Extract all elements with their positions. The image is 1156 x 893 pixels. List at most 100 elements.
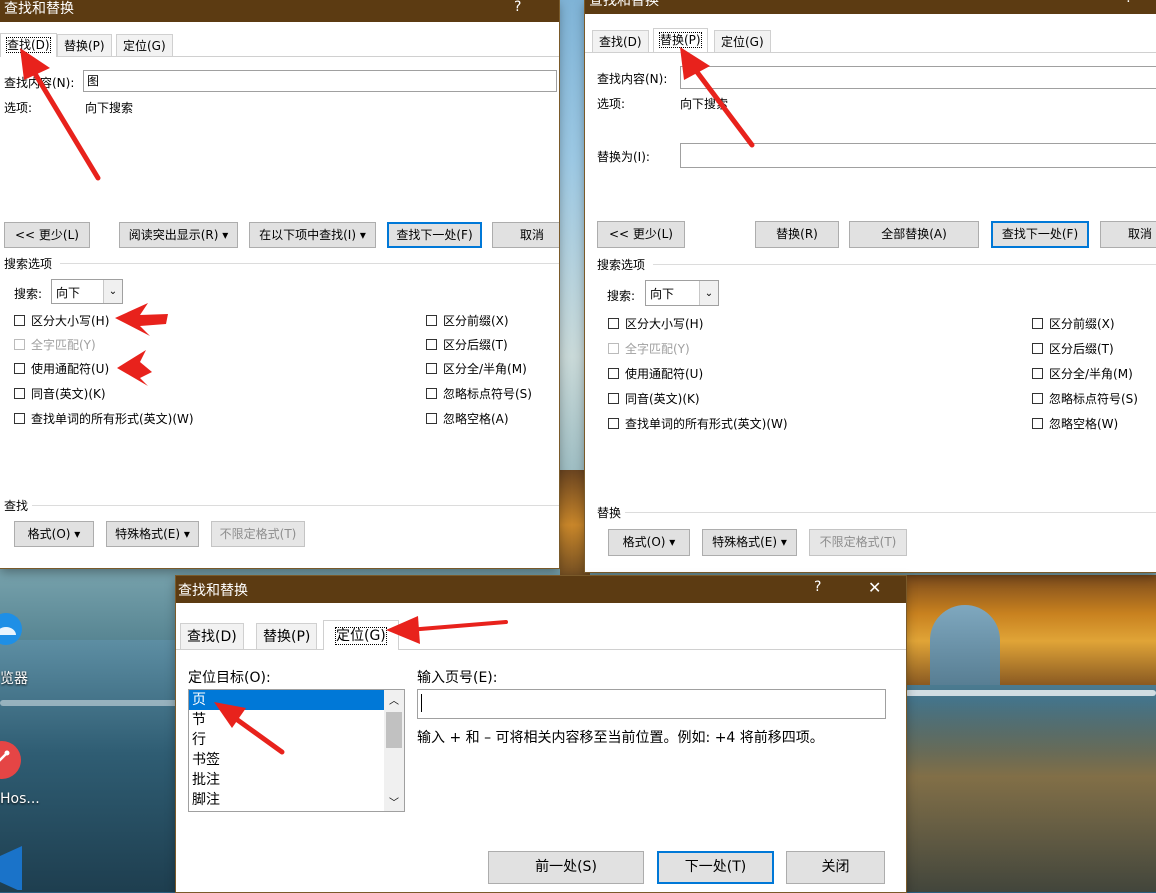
tab-replace[interactable]: 替换(P) bbox=[57, 34, 112, 56]
word-forms-checkbox[interactable]: 查找单词的所有形式(英文)(W) bbox=[14, 410, 194, 427]
find-in-button[interactable]: 在以下项中查找(I) ▾ bbox=[249, 222, 376, 248]
find-next-button[interactable]: 查找下一处(F) bbox=[991, 221, 1089, 248]
find-replace-dialog-find: 查找和替换 ? 查找(D) 替换(P) 定位(G) 查找内容(N): 图 选项:… bbox=[0, 0, 559, 568]
text-cursor bbox=[421, 694, 422, 712]
search-direction-select[interactable]: 向下 ⌄ bbox=[51, 279, 123, 304]
scrollbar[interactable]: ︿ ﹀ bbox=[384, 690, 404, 811]
help-button[interactable]: ? bbox=[814, 579, 821, 595]
cancel-button[interactable]: 取消 bbox=[1100, 221, 1156, 248]
sounds-like-checkbox[interactable]: 同音(英文)(K) bbox=[608, 390, 700, 407]
tab-goto[interactable]: 定位(G) bbox=[323, 620, 399, 650]
find-replace-dialog-replace: 查找和替换 ? 查找(D) 替换(P) 定位(G) 查找内容(N): 选项: 向… bbox=[585, 0, 1156, 572]
close-button[interactable]: 关闭 bbox=[786, 851, 885, 884]
divider bbox=[625, 512, 1156, 513]
ignore-space-checkbox[interactable]: 忽略空格(A) bbox=[426, 410, 509, 427]
page-number-input[interactable] bbox=[417, 689, 886, 719]
list-item[interactable]: 节 bbox=[189, 710, 404, 730]
title-bar: 查找和替换 ? ✕ bbox=[176, 576, 906, 603]
search-options-title: 搜索选项 bbox=[597, 258, 646, 272]
find-replace-dialog-goto: 查找和替换 ? ✕ 查找(D) 替换(P) 定位(G) 定位目标(O): 页 节… bbox=[176, 576, 906, 892]
whole-word-checkbox[interactable]: 全字匹配(Y) bbox=[14, 336, 96, 353]
divider bbox=[32, 505, 559, 506]
page-number-label: 输入页号(E): bbox=[417, 670, 498, 686]
find-what-label: 查找内容(N): bbox=[597, 72, 668, 86]
word-forms-checkbox[interactable]: 查找单词的所有形式(英文)(W) bbox=[608, 415, 788, 432]
tab-find[interactable]: 查找(D) bbox=[592, 30, 649, 52]
tab-goto[interactable]: 定位(G) bbox=[714, 30, 771, 52]
less-button[interactable]: << 更少(L) bbox=[4, 222, 90, 248]
ignore-space-checkbox[interactable]: 忽略空格(W) bbox=[1032, 415, 1118, 432]
vscode-desktop-icon[interactable] bbox=[0, 846, 36, 892]
help-button[interactable]: ? bbox=[514, 0, 521, 15]
sounds-like-checkbox[interactable]: 同音(英文)(K) bbox=[14, 385, 106, 402]
no-formatting-button[interactable]: 不限定格式(T) bbox=[211, 521, 305, 547]
special-button[interactable]: 特殊格式(E) ▾ bbox=[106, 521, 199, 547]
previous-button[interactable]: 前一处(S) bbox=[488, 851, 644, 884]
dialog-title: 查找和替换 bbox=[178, 583, 248, 599]
scrollbar-thumb[interactable] bbox=[386, 712, 402, 748]
less-button[interactable]: << 更少(L) bbox=[597, 221, 685, 248]
chevron-down-icon: ⌄ bbox=[103, 280, 122, 303]
goto-target-list[interactable]: 页 节 行 书签 批注 脚注 ︿ ﹀ bbox=[188, 689, 405, 812]
chevron-down-icon[interactable]: ﹀ bbox=[384, 794, 404, 809]
ignore-punctuation-checkbox[interactable]: 忽略标点符号(S) bbox=[1032, 390, 1138, 407]
search-direction-label: 搜索: bbox=[14, 287, 43, 301]
close-icon[interactable]: ✕ bbox=[868, 578, 881, 597]
format-button[interactable]: 格式(O) ▾ bbox=[608, 529, 690, 556]
search-options-title: 搜索选项 bbox=[4, 257, 53, 271]
ignore-punctuation-checkbox[interactable]: 忽略标点符号(S) bbox=[426, 385, 532, 402]
tab-find[interactable]: 查找(D) bbox=[180, 623, 244, 649]
match-suffix-checkbox[interactable]: 区分后缀(T) bbox=[1032, 340, 1114, 357]
goto-hint: 输入 + 和 – 可将相关内容移至当前位置。例如: +4 将前移四项。 bbox=[417, 730, 824, 746]
search-direction-select[interactable]: 向下 ⌄ bbox=[645, 280, 719, 306]
options-label: 选项: bbox=[597, 97, 626, 111]
match-width-checkbox[interactable]: 区分全/半角(M) bbox=[1032, 365, 1133, 382]
find-footer-title: 查找 bbox=[4, 499, 29, 513]
next-button[interactable]: 下一处(T) bbox=[657, 851, 774, 884]
wallpaper-surf bbox=[905, 690, 1156, 696]
wildcards-checkbox[interactable]: 使用通配符(U) bbox=[14, 360, 109, 377]
replace-button[interactable]: 替换(R) bbox=[755, 221, 839, 248]
wallpaper-arch bbox=[930, 605, 1000, 685]
list-item[interactable]: 脚注 bbox=[189, 790, 404, 810]
wallpaper-surf bbox=[0, 700, 180, 706]
find-what-input[interactable] bbox=[680, 66, 1156, 89]
find-what-input[interactable]: 图 bbox=[83, 70, 557, 92]
find-what-label: 查找内容(N): bbox=[4, 76, 75, 90]
browser-desktop-icon[interactable] bbox=[0, 605, 36, 649]
chevron-up-icon[interactable]: ︿ bbox=[384, 692, 404, 707]
format-button[interactable]: 格式(O) ▾ bbox=[14, 521, 94, 547]
match-width-checkbox[interactable]: 区分全/半角(M) bbox=[426, 360, 527, 377]
list-item[interactable]: 批注 bbox=[189, 770, 404, 790]
wallpaper-reflection bbox=[905, 700, 1156, 892]
tab-replace[interactable]: 替换(P) bbox=[256, 623, 318, 649]
list-item[interactable]: 页 bbox=[189, 690, 404, 710]
no-formatting-button[interactable]: 不限定格式(T) bbox=[809, 529, 907, 556]
special-button[interactable]: 特殊格式(E) ▾ bbox=[702, 529, 797, 556]
reading-highlight-button[interactable]: 阅读突出显示(R) ▾ bbox=[119, 222, 238, 248]
goto-what-label: 定位目标(O): bbox=[188, 670, 271, 686]
match-suffix-checkbox[interactable]: 区分后缀(T) bbox=[426, 336, 508, 353]
match-case-checkbox[interactable]: 区分大小写(H) bbox=[14, 312, 109, 329]
whole-word-checkbox[interactable]: 全字匹配(Y) bbox=[608, 340, 690, 357]
tab-find[interactable]: 查找(D) bbox=[0, 33, 57, 57]
find-next-button[interactable]: 查找下一处(F) bbox=[387, 222, 482, 248]
match-prefix-checkbox[interactable]: 区分前缀(X) bbox=[426, 312, 509, 329]
cancel-button[interactable]: 取消 bbox=[492, 222, 559, 248]
list-item[interactable]: 行 bbox=[189, 730, 404, 750]
replace-with-label: 替换为(I): bbox=[597, 150, 650, 164]
app-desktop-icon[interactable] bbox=[0, 738, 36, 782]
match-prefix-checkbox[interactable]: 区分前缀(X) bbox=[1032, 315, 1115, 332]
wildcards-checkbox[interactable]: 使用通配符(U) bbox=[608, 365, 703, 382]
options-label: 选项: bbox=[4, 101, 33, 115]
replace-with-input[interactable] bbox=[680, 143, 1156, 168]
browser-desktop-label: 览器 bbox=[0, 671, 28, 687]
match-case-checkbox[interactable]: 区分大小写(H) bbox=[608, 315, 703, 332]
tab-replace[interactable]: 替换(P) bbox=[653, 28, 708, 52]
help-button[interactable]: ? bbox=[1125, 0, 1132, 6]
tab-goto[interactable]: 定位(G) bbox=[116, 34, 173, 56]
tab-strip bbox=[585, 52, 1156, 53]
list-item[interactable]: 书签 bbox=[189, 750, 404, 770]
search-direction-label: 搜索: bbox=[607, 289, 636, 303]
replace-all-button[interactable]: 全部替换(A) bbox=[849, 221, 979, 248]
